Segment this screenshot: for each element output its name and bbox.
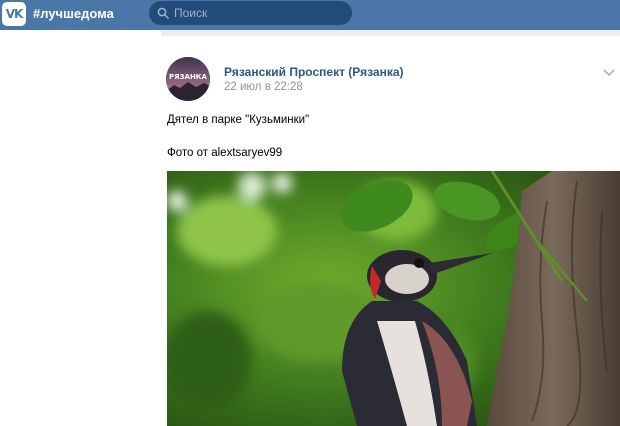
post-photo[interactable] [167, 171, 620, 426]
post-text-credit: Фото от alextsaryev99 [167, 147, 283, 159]
woodpecker-photo [167, 171, 620, 426]
left-column [0, 30, 161, 426]
vk-logo-text: VK [5, 7, 24, 21]
post-card: РЯЗАНКА Рязанский Проспект (Рязанка) 22 … [161, 36, 620, 426]
avatar-image: РЯЗАНКА [166, 57, 210, 101]
post-text-line: Дятел в парке "Кузьминки" [167, 114, 310, 126]
search-placeholder: Поиск [174, 6, 208, 20]
post-date[interactable]: 22 июл в 22:28 [224, 81, 303, 93]
search-input[interactable]: Поиск [149, 1, 352, 25]
chevron-down-icon[interactable] [602, 68, 616, 78]
vk-logo[interactable]: VK [2, 2, 26, 26]
top-navigation-bar: VK #лучшедома Поиск [0, 0, 620, 30]
search-icon [157, 7, 169, 19]
hashtag-title[interactable]: #лучшедома [33, 6, 114, 21]
post-author-link[interactable]: Рязанский Проспект (Рязанка) [224, 65, 404, 79]
avatar-label: РЯЗАНКА [169, 73, 207, 81]
community-avatar[interactable]: РЯЗАНКА [166, 57, 210, 101]
